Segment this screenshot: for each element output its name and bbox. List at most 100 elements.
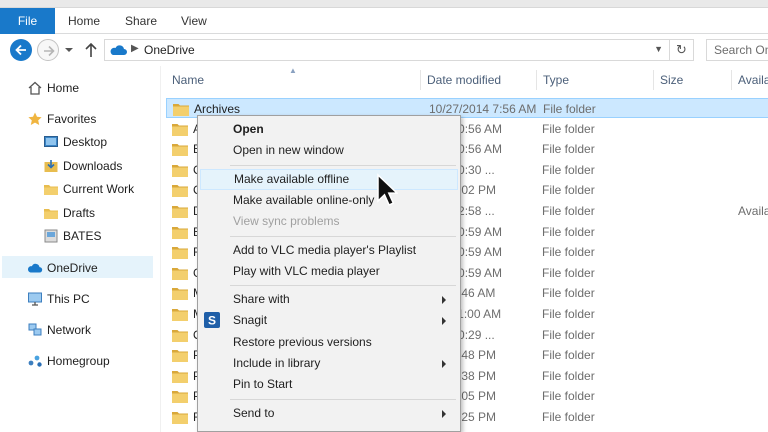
menu-item-pin-to-start[interactable]: Pin to Start bbox=[200, 374, 458, 395]
file-type: File folder bbox=[542, 224, 595, 239]
address-path[interactable]: OneDrive bbox=[144, 43, 195, 57]
svg-text:S: S bbox=[208, 314, 216, 328]
tab-file[interactable]: File bbox=[0, 8, 55, 34]
folder-icon bbox=[172, 412, 188, 424]
navigation-pane: Home Favorites Desktop Downloads Current… bbox=[0, 66, 160, 432]
column-header-availability[interactable]: Availa bbox=[738, 66, 768, 94]
folder-icon bbox=[172, 350, 188, 363]
arrow-right-icon bbox=[44, 45, 55, 57]
menu-separator bbox=[230, 164, 456, 166]
folder-icon bbox=[173, 104, 189, 116]
tab-view[interactable]: View bbox=[181, 8, 207, 34]
column-header-size[interactable]: Size bbox=[660, 66, 683, 94]
network-icon bbox=[28, 323, 42, 336]
chevron-right-icon[interactable]: ▶ bbox=[131, 43, 139, 54]
recent-locations-icon[interactable] bbox=[64, 45, 74, 55]
star-icon bbox=[28, 112, 42, 125]
menu-item-open[interactable]: Open bbox=[200, 119, 458, 140]
menu-item-view-sync-problems: View sync problems bbox=[200, 211, 458, 232]
menu-item-label: Play with VLC media player bbox=[233, 263, 380, 278]
folder-icon bbox=[172, 391, 188, 404]
folder-icon bbox=[172, 226, 188, 239]
column-header-date[interactable]: Date modified bbox=[427, 66, 501, 94]
file-type: File folder bbox=[542, 121, 595, 136]
menu-item-label: Make available offline bbox=[234, 171, 350, 186]
folder-icon bbox=[172, 247, 188, 260]
desktop-icon bbox=[44, 136, 58, 147]
menu-separator bbox=[230, 235, 456, 237]
menu-item-label: Share with bbox=[233, 292, 290, 307]
chevron-down-icon[interactable]: ▼ bbox=[654, 44, 663, 54]
file-type: File folder bbox=[543, 102, 596, 116]
folder-icon bbox=[172, 185, 188, 198]
menu-item-restore-previous-versions[interactable]: Restore previous versions bbox=[200, 332, 458, 353]
file-type: File folder bbox=[542, 368, 595, 383]
folder-icon bbox=[172, 267, 188, 280]
column-header-name[interactable]: Name bbox=[172, 66, 204, 94]
menu-item-snagit[interactable]: S Snagit bbox=[200, 310, 458, 331]
column-divider[interactable] bbox=[536, 70, 537, 90]
address-toolbar: ▶ OneDrive ▼ ↻ Search OneDrive bbox=[0, 35, 768, 65]
homegroup-icon bbox=[28, 355, 42, 367]
search-input[interactable]: Search OneDrive bbox=[706, 39, 768, 61]
file-type: File folder bbox=[542, 142, 595, 157]
column-divider[interactable] bbox=[731, 70, 732, 90]
submenu-arrow-icon bbox=[442, 296, 446, 305]
snagit-icon: S bbox=[204, 312, 220, 329]
folder-icon bbox=[44, 209, 58, 219]
column-divider[interactable] bbox=[420, 70, 421, 90]
ribbon-tabs: File Home Share View bbox=[0, 8, 768, 34]
menu-item-share-with[interactable]: Share with bbox=[200, 289, 458, 310]
column-divider[interactable] bbox=[653, 70, 654, 90]
tab-home[interactable]: Home bbox=[68, 8, 100, 34]
folder-icon bbox=[172, 206, 188, 218]
menu-item-open-in-new-window[interactable]: Open in new window bbox=[200, 140, 458, 161]
folder-icon bbox=[172, 370, 188, 383]
menu-item-label: Restore previous versions bbox=[233, 334, 372, 349]
submenu-arrow-icon bbox=[442, 409, 446, 418]
address-bar[interactable]: ▶ OneDrive ▼ bbox=[104, 39, 670, 61]
folder-icon bbox=[44, 185, 58, 195]
menu-item-make-available-offline[interactable]: Make available offline bbox=[200, 168, 458, 190]
menu-separator bbox=[230, 285, 456, 287]
computer-icon bbox=[28, 292, 42, 306]
file-date: 10/27/2014 7:56 AM bbox=[429, 102, 537, 116]
back-button[interactable] bbox=[10, 39, 32, 61]
menu-item-play-with-vlc-media-player[interactable]: Play with VLC media player bbox=[200, 261, 458, 282]
menu-item-label: Snagit bbox=[233, 313, 268, 328]
refresh-button[interactable]: ↻ bbox=[670, 39, 694, 61]
column-header-type[interactable]: Type bbox=[543, 66, 569, 94]
folder-icon bbox=[172, 144, 188, 157]
menu-item-include-in-library[interactable]: Include in library bbox=[200, 353, 458, 374]
refresh-icon: ↻ bbox=[676, 42, 687, 57]
menu-separator bbox=[230, 398, 456, 400]
folder-icon bbox=[172, 309, 188, 321]
file-type: File folder bbox=[542, 327, 595, 342]
file-name: Archives bbox=[194, 102, 241, 116]
file-type: File folder bbox=[542, 348, 595, 363]
file-type: File folder bbox=[542, 245, 595, 260]
menu-item-add-to-vlc-media-player-s-playlist[interactable]: Add to VLC media player's Playlist bbox=[200, 240, 458, 261]
title-bar bbox=[0, 0, 768, 8]
forward-button[interactable] bbox=[37, 39, 59, 61]
menu-item-label: Include in library bbox=[233, 356, 321, 370]
menu-item-label: View sync problems bbox=[233, 214, 340, 229]
menu-item-label: Open bbox=[233, 122, 264, 136]
menu-item-send-to[interactable]: Send to bbox=[200, 403, 458, 424]
folder-icon bbox=[172, 329, 188, 342]
downloads-icon bbox=[44, 160, 58, 172]
menu-item-label: Pin to Start bbox=[233, 377, 293, 392]
tab-share[interactable]: Share bbox=[125, 8, 157, 34]
file-type: File folder bbox=[542, 410, 595, 424]
mouse-pointer-icon bbox=[377, 173, 398, 206]
menu-item-label: Add to VLC media player's Playlist bbox=[233, 242, 417, 257]
menu-item-make-available-online-only[interactable]: Make available online-only bbox=[200, 190, 458, 211]
folder-icon bbox=[172, 288, 188, 301]
cloud-icon bbox=[27, 263, 43, 273]
context-menu: Open Open in new window Make available off… bbox=[197, 115, 461, 432]
up-arrow-icon[interactable] bbox=[83, 41, 99, 59]
file-type: File folder bbox=[542, 183, 595, 198]
pane-splitter[interactable] bbox=[160, 66, 161, 432]
file-availability: Availa bbox=[738, 204, 768, 218]
submenu-arrow-icon bbox=[442, 317, 446, 326]
